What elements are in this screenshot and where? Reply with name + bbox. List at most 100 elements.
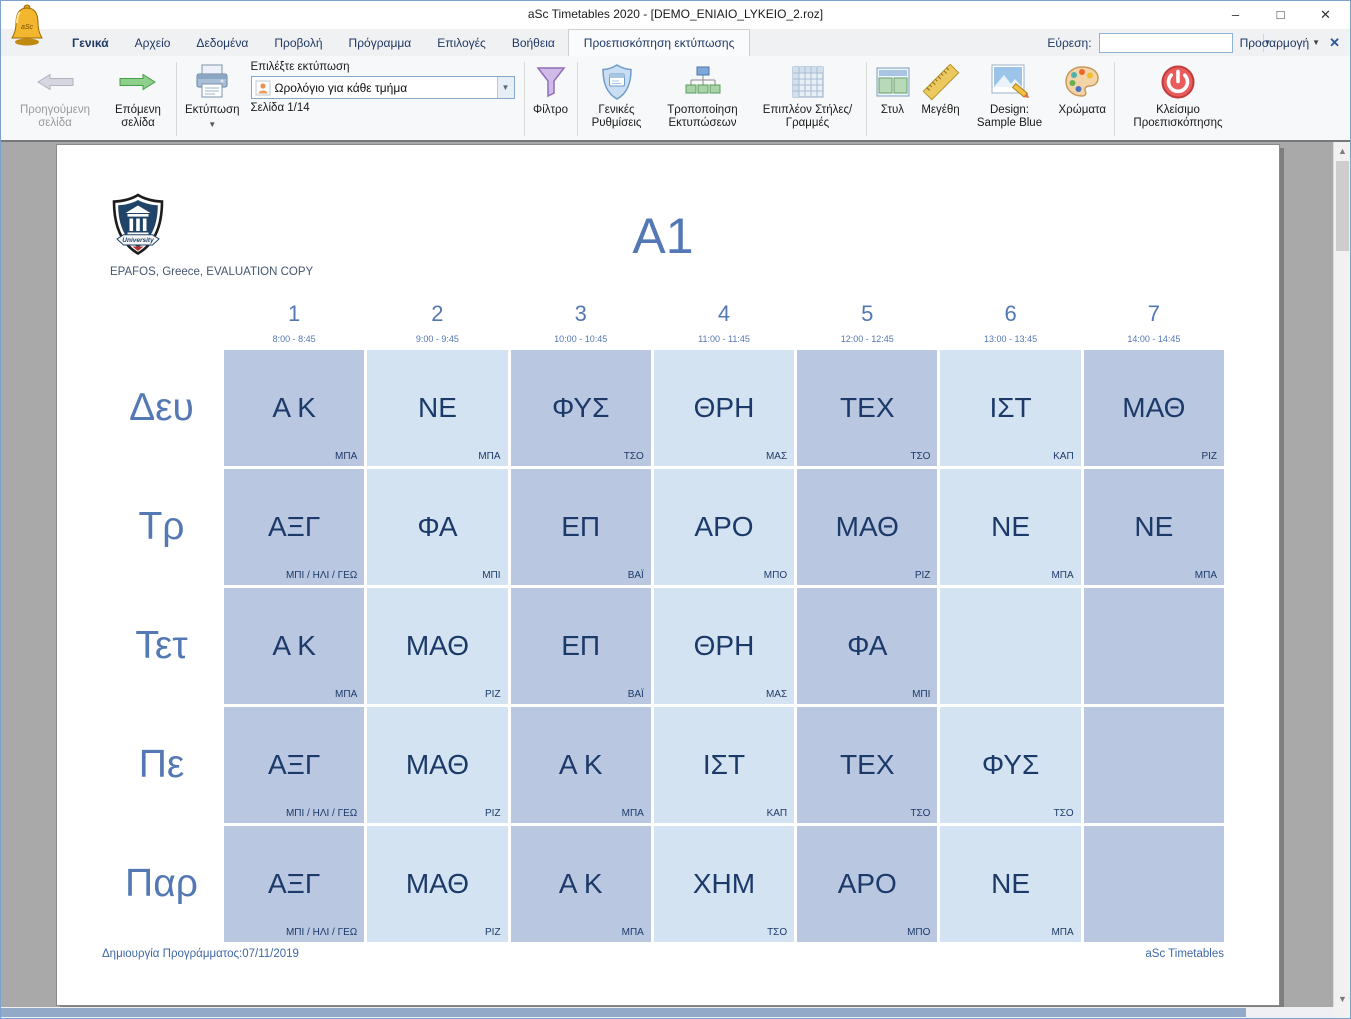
- print-button[interactable]: Εκτύπωση ▼: [180, 58, 245, 140]
- teacher-label: ΜΠΙ / ΗΛΙ / ΓΕΩ: [286, 570, 357, 581]
- tab-print-preview[interactable]: Προεπισκόπηση εκτύπωσης: [568, 29, 751, 56]
- asc-footer: aSc Timetables: [102, 948, 1224, 960]
- style-label: Στυλ: [881, 104, 904, 117]
- sizes-label: Μεγέθη: [921, 104, 959, 117]
- previous-page-button[interactable]: Προηγούμενη σελίδα: [7, 58, 103, 140]
- period-header: 18:00 - 8:45: [224, 295, 364, 347]
- subject-label: ΤΕΧ: [840, 392, 894, 424]
- arrow-right-icon: [118, 60, 158, 104]
- period-header: 3 10:00 - 10:45: [511, 295, 651, 347]
- teacher-label: ΡΙΖ: [915, 570, 931, 581]
- extra-columns-button[interactable]: Επιπλέον Στήλες/Γραμμές: [753, 58, 863, 140]
- menu-item-5[interactable]: Πρόγραμμα: [336, 29, 425, 56]
- extra-columns-label: Επιπλέον Στήλες/Γραμμές: [758, 104, 858, 130]
- modify-printouts-button[interactable]: Τροποποίηση Εκτυπώσεων: [653, 58, 753, 140]
- class-timetable-icon: [255, 80, 271, 96]
- sizes-button[interactable]: Μεγέθη: [916, 58, 966, 140]
- period-number: 3: [575, 301, 587, 327]
- lesson-cell: ΜΑΘ ΡΙΖ: [367, 826, 507, 942]
- general-settings-button[interactable]: Γενικές Ρυθμίσεις: [581, 58, 653, 140]
- filter-label: Φίλτρο: [533, 104, 568, 117]
- lesson-cell: [1084, 707, 1224, 823]
- toolbar-separator: [577, 62, 578, 136]
- period-time: 14:00 - 14:45: [1127, 334, 1180, 344]
- vertical-scrollbar[interactable]: ▲ ▼: [1333, 142, 1350, 1007]
- menu-item-2[interactable]: Αρχείο: [122, 29, 184, 56]
- teacher-label: ΚΑΠ: [1053, 451, 1074, 462]
- select-print-label: Επιλέξτε εκτύπωση: [251, 61, 515, 73]
- preview-area: University EPAFOS, Greece, EVALUATION CO…: [1, 142, 1333, 1007]
- filter-funnel-icon: [533, 60, 569, 104]
- menu-item-1[interactable]: Γενικά: [59, 29, 122, 56]
- subject-label: ΑΞΓ: [268, 868, 320, 900]
- subject-label: ΜΑΘ: [406, 868, 469, 900]
- next-page-button[interactable]: Επόμενη σελίδα: [103, 58, 173, 140]
- lesson-cell: ΤΕΧΤΣΟ: [797, 350, 937, 466]
- colors-button[interactable]: Χρώματα: [1054, 58, 1112, 140]
- scroll-down-icon[interactable]: ▼: [1334, 990, 1351, 1007]
- day-label: Παρ: [102, 826, 221, 942]
- layout-style-icon: [875, 60, 911, 104]
- palette-icon: [1063, 60, 1101, 104]
- filter-button[interactable]: Φίλτρο: [528, 58, 574, 140]
- menu-item-6[interactable]: Επιλογές: [424, 29, 499, 56]
- lesson-cell: ΝΕΜΠΑ: [940, 826, 1080, 942]
- print-type-combobox[interactable]: Ωρολόγιο για κάθε τμήμα ▼: [251, 76, 515, 99]
- teacher-label: ΡΙΖ: [485, 689, 501, 700]
- minimize-button[interactable]: –: [1213, 1, 1258, 28]
- subject-label: ΜΑΘ: [1122, 392, 1185, 424]
- subject-label: ΝΕ: [418, 392, 457, 424]
- print-type-dropdown-arrow[interactable]: ▼: [497, 77, 514, 98]
- subject-label: ΙΣΤ: [989, 392, 1031, 424]
- close-search-icon[interactable]: ✕: [1327, 35, 1342, 51]
- grid-icon: [790, 60, 826, 104]
- subject-label: ΑΞΓ: [268, 749, 320, 781]
- period-number: 4: [718, 301, 730, 327]
- lesson-cell: Α ΚΜΠΑ: [224, 588, 364, 704]
- toolbar-separator: [176, 62, 177, 136]
- design-label: Design: Sample Blue: [971, 104, 1049, 130]
- customize-menu[interactable]: Προσαρμογή ▼: [1240, 36, 1321, 50]
- teacher-label: ΒΑΪ: [628, 689, 644, 700]
- period-time: 10:00 - 10:45: [554, 334, 607, 344]
- lesson-cell: [940, 588, 1080, 704]
- org-chart-icon: [684, 60, 722, 104]
- subject-label: ΕΠ: [561, 511, 600, 543]
- menu-item-7[interactable]: Βοήθεια: [499, 29, 568, 56]
- period-number: 7: [1148, 301, 1160, 327]
- period-header: 7 14:00 - 14:45: [1084, 295, 1224, 347]
- menu-item-3[interactable]: Δεδομένα: [183, 29, 261, 56]
- lesson-cell: Α ΚΜΠΑ: [224, 350, 364, 466]
- close-preview-button[interactable]: Κλείσιμο Προεπισκόπησης: [1118, 58, 1238, 140]
- app-bell-icon[interactable]: aSc: [7, 3, 47, 52]
- lesson-cell: ΜΑΘΡΙΖ: [367, 588, 507, 704]
- period-header: 411:00 - 11:45: [654, 295, 794, 347]
- close-button[interactable]: ✕: [1303, 1, 1348, 28]
- scroll-up-icon[interactable]: ▲: [1334, 142, 1351, 159]
- vertical-scroll-thumb[interactable]: [1336, 161, 1349, 251]
- design-button[interactable]: Design: Sample Blue: [966, 58, 1054, 140]
- subject-label: ΝΕ: [991, 511, 1030, 543]
- subject-label: ΑΡΟ: [694, 511, 753, 543]
- horizontal-scroll-thumb[interactable]: [1, 1008, 1246, 1017]
- print-type-value: Ωρολόγιο για κάθε τμήμα: [275, 81, 497, 95]
- teacher-label: ΜΠΑ: [335, 451, 357, 462]
- menu-item-4[interactable]: Προβολή: [261, 29, 335, 56]
- subject-label: ΜΑΘ: [406, 749, 469, 781]
- horizontal-scrollbar[interactable]: [1, 1007, 1333, 1018]
- design-picture-icon: [990, 60, 1030, 104]
- timetable-corner: [102, 295, 221, 347]
- subject-label: ΦΥΣ: [982, 749, 1039, 781]
- teacher-label: ΡΙΖ: [485, 927, 501, 938]
- find-combobox[interactable]: ▼: [1099, 33, 1233, 53]
- teacher-label: ΜΠΑ: [622, 927, 644, 938]
- maximize-button[interactable]: □: [1258, 1, 1303, 28]
- subject-label: ΑΡΟ: [838, 868, 897, 900]
- subject-label: ΙΣΤ: [703, 749, 745, 781]
- subject-label: ΑΞΓ: [268, 511, 320, 543]
- subject-label: ΘΡΗ: [694, 630, 755, 662]
- school-name-line: EPAFOS, Greece, EVALUATION COPY: [110, 266, 313, 278]
- style-button[interactable]: Στυλ: [870, 58, 916, 140]
- search-input[interactable]: [1100, 34, 1263, 52]
- period-header: 613:00 - 13:45: [940, 295, 1080, 347]
